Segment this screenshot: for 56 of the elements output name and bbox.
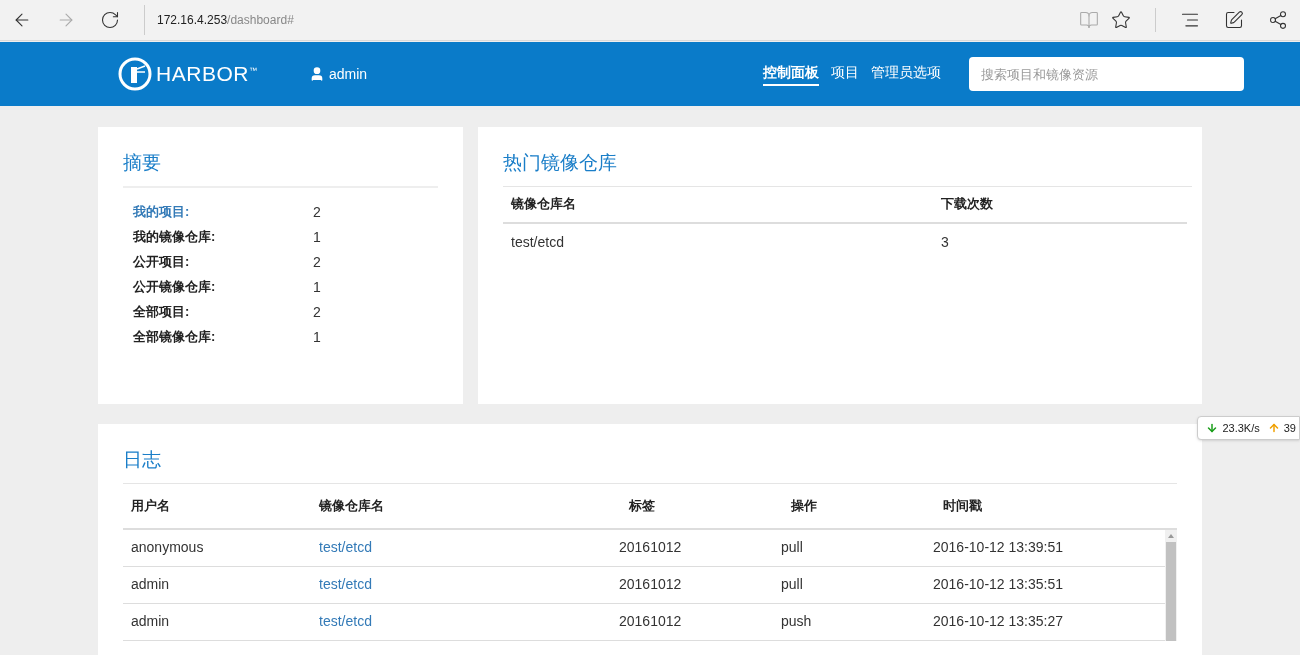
logs-title: 日志 bbox=[123, 446, 1177, 484]
column-header: 镜像仓库名 bbox=[511, 195, 577, 214]
upload-speed: 39 bbox=[1283, 420, 1296, 436]
upload-arrow-icon bbox=[1267, 422, 1280, 434]
table-cell-text: 20161012 bbox=[619, 575, 683, 594]
table-cell-text: 2016-10-12 13:35:27 bbox=[933, 612, 1064, 631]
repository-link[interactable]: test/etcd bbox=[319, 574, 619, 595]
summary-value: 2 bbox=[313, 252, 321, 272]
download-speed: 23.3K/s bbox=[1222, 420, 1260, 436]
summary-value: 2 bbox=[313, 302, 321, 322]
table-cell-text: 3 bbox=[941, 233, 949, 252]
table-cell-text: test/etcd bbox=[511, 233, 565, 252]
summary-label: 公开项目: bbox=[133, 253, 191, 272]
search-field[interactable]: 搜索项目和镜像资源 bbox=[969, 57, 1244, 91]
repository-link[interactable]: test/etcd bbox=[319, 611, 619, 632]
summary-value: 1 bbox=[313, 327, 321, 347]
nav-link[interactable]: 管理员选项 bbox=[871, 62, 941, 86]
table-cell-text: admin bbox=[130, 612, 171, 631]
top-repositories-title: 热门镜像仓库 bbox=[503, 149, 1192, 187]
user-name[interactable]: admin bbox=[329, 63, 368, 85]
summary-label: 公开镜像仓库: bbox=[133, 278, 217, 297]
repository-link[interactable]: test/etcd bbox=[319, 537, 619, 558]
table-cell-text: 2016-10-12 13:39:51 bbox=[933, 538, 1064, 557]
table-cell-text: push bbox=[781, 612, 813, 631]
user-icon bbox=[309, 66, 325, 82]
favorite-star-icon[interactable] bbox=[1111, 10, 1131, 30]
summary-value: 1 bbox=[313, 277, 321, 297]
summary-value: 2 bbox=[313, 202, 321, 222]
summary-label: 全部项目: bbox=[133, 303, 191, 322]
scrollbar[interactable] bbox=[1165, 529, 1177, 641]
column-header: 用户名 bbox=[130, 496, 171, 515]
summary-value: 1 bbox=[313, 227, 321, 247]
summary-label: 全部镜像仓库: bbox=[133, 328, 217, 347]
share-icon[interactable] bbox=[1268, 10, 1288, 30]
table-cell-text: 20161012 bbox=[619, 612, 683, 631]
table-cell-text: pull bbox=[781, 575, 804, 594]
column-header: 下载次数 bbox=[941, 195, 993, 214]
refresh-icon[interactable] bbox=[100, 10, 120, 30]
nav-link[interactable]: 控制面板 bbox=[763, 62, 819, 86]
table-cell-text: 2016-10-12 13:35:51 bbox=[933, 575, 1064, 594]
nav-link[interactable]: 项目 bbox=[831, 62, 859, 86]
download-arrow-icon bbox=[1206, 422, 1219, 434]
table-cell-text: 20161012 bbox=[619, 538, 683, 557]
column-header: 时间戳 bbox=[942, 496, 983, 515]
harbor-logo[interactable]: HARBOR™ bbox=[118, 57, 257, 91]
note-icon[interactable] bbox=[1224, 10, 1244, 30]
summary-title: 摘要 bbox=[123, 149, 438, 188]
column-header: 镜像仓库名 bbox=[319, 496, 385, 515]
summary-label: 我的项目: bbox=[133, 203, 191, 222]
summary-label: 我的镜像仓库: bbox=[133, 228, 217, 247]
column-header: 操作 bbox=[790, 496, 818, 515]
table-cell-text: pull bbox=[781, 538, 804, 557]
table-cell-text: admin bbox=[130, 575, 171, 594]
column-header: 标签 bbox=[628, 496, 656, 515]
table-cell-text: anonymous bbox=[130, 538, 205, 557]
address-field[interactable]: 172.16.4.253/dashboard# bbox=[144, 5, 294, 35]
